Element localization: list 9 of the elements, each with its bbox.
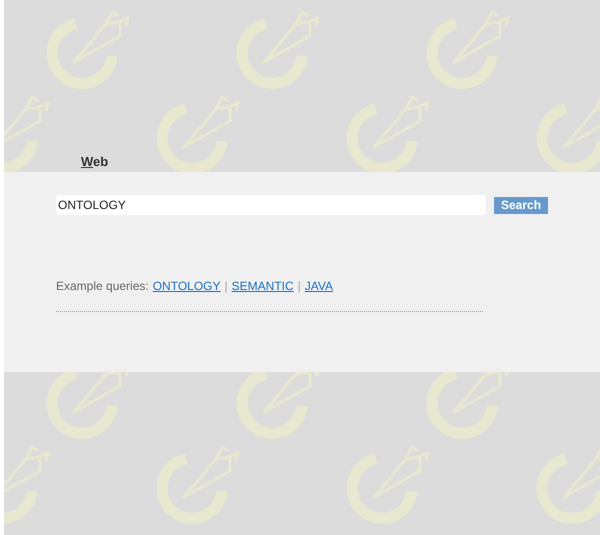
- search-button[interactable]: Search: [494, 196, 548, 214]
- example-query-link[interactable]: SEMANTIC: [232, 277, 294, 295]
- example-query-link[interactable]: JAVA: [304, 277, 334, 295]
- separator: |: [224, 278, 228, 295]
- example-query-link[interactable]: ONTOLOGY: [152, 277, 221, 295]
- example-queries-label: Example queries:: [56, 278, 149, 295]
- web-tab[interactable]: Web: [81, 152, 108, 171]
- separator: |: [298, 278, 301, 295]
- search-field[interactable]: ONTOLOGY: [56, 195, 486, 215]
